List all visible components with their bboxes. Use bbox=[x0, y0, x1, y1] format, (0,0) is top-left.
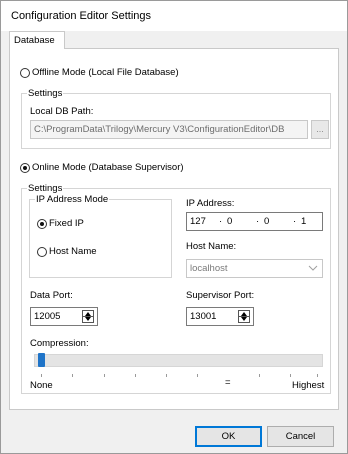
ip-address-mode-group: IP Address Mode bbox=[29, 194, 172, 278]
slider-tick bbox=[290, 374, 291, 377]
offline-mode-radio-circle[interactable] bbox=[20, 67, 30, 78]
host-name-radio-circle[interactable] bbox=[37, 246, 47, 257]
online-settings-legend: Settings bbox=[28, 183, 63, 194]
window-title: Configuration Editor Settings bbox=[11, 10, 152, 22]
local-db-path-label: Local DB Path: bbox=[30, 106, 94, 117]
fixed-ip-radio[interactable]: Fixed IP bbox=[37, 218, 84, 229]
local-db-path-field[interactable]: C:\ProgramData\Trilogy\Mercury V3\Config… bbox=[30, 120, 308, 139]
cancel-button[interactable]: Cancel bbox=[267, 426, 334, 447]
offline-settings-group: Settings bbox=[21, 88, 331, 149]
spin-arrows-icon[interactable] bbox=[238, 310, 250, 323]
host-name-radio[interactable]: Host Name bbox=[37, 246, 97, 257]
compression-mid-label: = bbox=[225, 377, 231, 388]
online-mode-label: Online Mode (Database Supervisor) bbox=[32, 162, 184, 173]
offline-settings-legend: Settings bbox=[28, 88, 63, 99]
browse-button[interactable]: ... bbox=[311, 120, 329, 139]
supervisor-port-label: Supervisor Port: bbox=[186, 290, 255, 301]
tab-database[interactable]: Database bbox=[9, 31, 65, 49]
ip-separator: · bbox=[219, 216, 223, 227]
spin-arrows-icon[interactable] bbox=[82, 310, 94, 323]
compression-min-label: None bbox=[30, 380, 53, 391]
slider-tick bbox=[104, 374, 105, 377]
ip-octet-1[interactable]: 127 bbox=[190, 214, 206, 230]
compression-slider-thumb[interactable] bbox=[38, 353, 45, 367]
offline-mode-label: Offline Mode (Local File Database) bbox=[32, 67, 179, 78]
fixed-ip-radio-circle[interactable] bbox=[37, 218, 47, 229]
data-port-value: 12005 bbox=[34, 311, 61, 322]
ip-address-mode-legend: IP Address Mode bbox=[36, 194, 109, 205]
slider-tick bbox=[41, 374, 42, 377]
ip-address-field[interactable]: 127 · 0 · 0 · 1 bbox=[186, 212, 323, 231]
online-mode-radio[interactable]: Online Mode (Database Supervisor) bbox=[20, 162, 184, 173]
ip-separator: · bbox=[256, 216, 260, 227]
data-port-stepper[interactable]: 12005 bbox=[30, 307, 98, 326]
slider-tick bbox=[166, 374, 167, 377]
settings-dialog: Configuration Editor Settings Database O… bbox=[0, 0, 348, 454]
slider-tick bbox=[72, 374, 73, 377]
ip-octet-4[interactable]: 1 bbox=[301, 214, 306, 230]
slider-tick bbox=[197, 374, 198, 377]
supervisor-port-stepper[interactable]: 13001 bbox=[186, 307, 254, 326]
compression-max-label: Highest bbox=[292, 380, 325, 391]
data-port-label: Data Port: bbox=[30, 290, 73, 301]
ip-address-label: IP Address: bbox=[186, 198, 235, 209]
compression-label: Compression: bbox=[30, 338, 89, 349]
slider-tick bbox=[259, 374, 260, 377]
supervisor-port-value: 13001 bbox=[190, 311, 217, 322]
title-bar: Configuration Editor Settings bbox=[1, 1, 347, 31]
compression-slider[interactable] bbox=[34, 354, 323, 367]
slider-tick bbox=[317, 374, 318, 377]
host-name-label: Host Name: bbox=[186, 241, 237, 252]
slider-tick bbox=[135, 374, 136, 377]
offline-mode-radio[interactable]: Offline Mode (Local File Database) bbox=[20, 67, 179, 78]
host-name-value: localhost bbox=[190, 263, 228, 274]
host-name-combo[interactable]: localhost bbox=[186, 259, 323, 278]
fixed-ip-label: Fixed IP bbox=[49, 218, 84, 229]
host-name-radio-label: Host Name bbox=[49, 246, 97, 257]
chevron-down-icon[interactable] bbox=[308, 260, 318, 277]
ip-octet-2[interactable]: 0 bbox=[227, 214, 232, 230]
ip-octet-3[interactable]: 0 bbox=[264, 214, 269, 230]
ok-button[interactable]: OK bbox=[195, 426, 262, 447]
online-mode-radio-circle[interactable] bbox=[20, 162, 30, 173]
ip-separator: · bbox=[293, 216, 297, 227]
database-tab-panel: Offline Mode (Local File Database) Setti… bbox=[9, 48, 339, 410]
